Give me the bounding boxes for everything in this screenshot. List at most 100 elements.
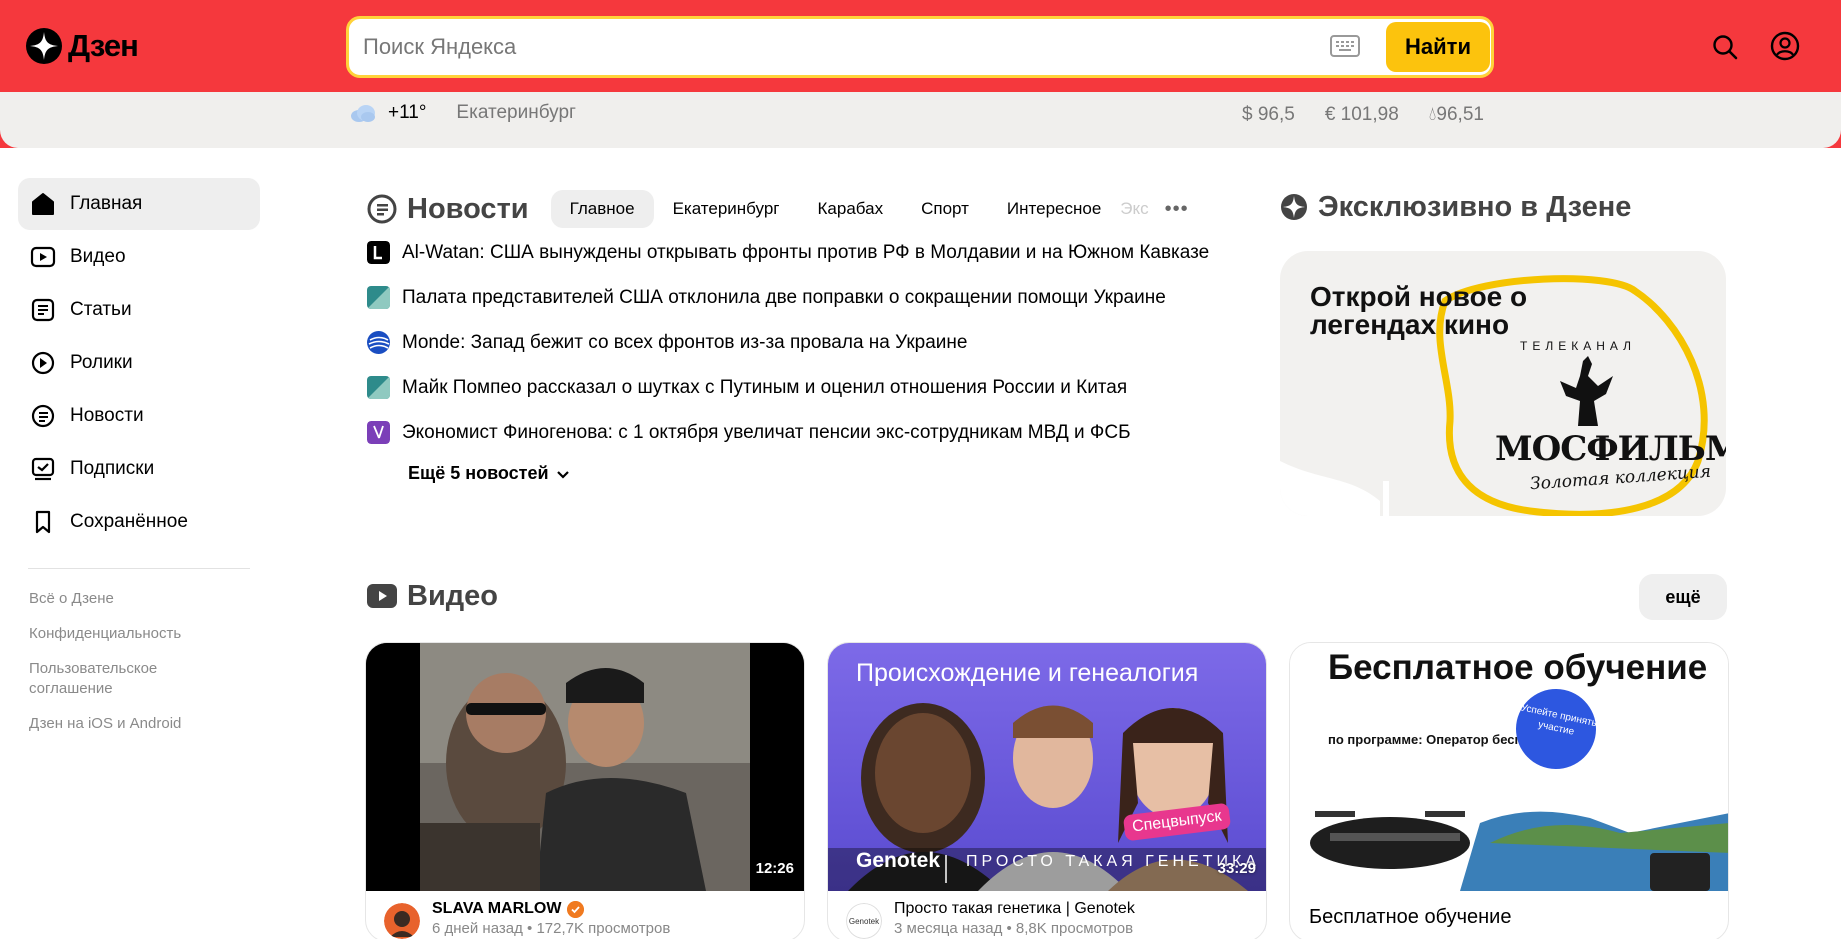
source-logo-icon <box>367 421 390 444</box>
sidebar-item-clips[interactable]: Ролики <box>18 337 260 389</box>
news-tabs: Главное Екатеринбург Карабах Спорт Интер… <box>550 190 1155 228</box>
logo[interactable]: Дзен <box>26 28 139 64</box>
tab-interesting[interactable]: Интересное <box>988 190 1120 228</box>
subscriptions-icon <box>31 457 55 481</box>
channel-name-row: Просто такая генетика | Genotek <box>894 899 1135 919</box>
footer-link-about[interactable]: Всё о Дзене <box>18 589 218 609</box>
sidebar-item-home[interactable]: Главная <box>18 178 260 230</box>
video-title: Видео <box>407 579 499 612</box>
news-item[interactable]: Майк Помпео рассказал о шутках с Путиным… <box>367 375 1237 400</box>
video-section: Видео ещё 12:26 SLAVA MARLOW 6 дней наза… <box>365 570 1729 939</box>
info-bar: +11° Екатеринбург $ 96,5 € 101,98 💧︎96,5… <box>0 92 1841 148</box>
search-input[interactable] <box>363 33 1263 61</box>
sidebar-item-subscriptions[interactable]: Подписки <box>18 443 260 495</box>
weather-widget[interactable]: +11° Екатеринбург <box>350 102 576 124</box>
tab-sport[interactable]: Спорт <box>902 190 988 228</box>
news-icon <box>31 404 55 428</box>
footer-link-apps[interactable]: Дзен на iOS и Android <box>18 714 218 734</box>
sidebar-item-label: Подписки <box>70 458 155 479</box>
news-headline: Al-Watan: США вынуждены открывать фронты… <box>402 242 1210 263</box>
video-card[interactable]: 12:26 SLAVA MARLOW 6 дней назад • 172,7K… <box>365 642 805 939</box>
oil-rate-value: 96,51 <box>1436 104 1484 125</box>
currency-rates[interactable]: $ 96,5 € 101,98 💧︎96,51 <box>1242 104 1484 126</box>
video-cards: 12:26 SLAVA MARLOW 6 дней назад • 172,7K… <box>365 642 1729 939</box>
video-meta: SLAVA MARLOW 6 дней назад • 172,7K просм… <box>384 899 670 939</box>
sidebar-item-label: Ролики <box>70 352 133 373</box>
news-item[interactable]: Al-Watan: США вынуждены открывать фронты… <box>367 240 1237 265</box>
search-box: Найти <box>346 16 1494 78</box>
more-news-button[interactable]: Ещё 5 новостей <box>408 463 1237 484</box>
tab-main[interactable]: Главное <box>550 190 654 228</box>
sidebar-item-news[interactable]: Новости <box>18 390 260 442</box>
video-card[interactable]: Происхождение и генеалогия Спецвыпуск Ge… <box>827 642 1267 939</box>
sidebar-item-saved[interactable]: Сохранённое <box>18 496 260 548</box>
video-meta: Genotek Просто такая генетика | Genotek … <box>846 899 1135 939</box>
home-icon <box>32 193 54 215</box>
svg-text:Genotek: Genotek <box>849 917 880 926</box>
user-profile-icon[interactable] <box>1770 31 1800 61</box>
video-header: Видео <box>367 570 1727 622</box>
clips-icon <box>31 351 55 375</box>
exclusive-header: Эксклюзивно в Дзене <box>1280 188 1726 226</box>
promo-banner[interactable]: Открой новое о легендах кино ТЕЛЕКАНАЛ М… <box>1280 251 1726 516</box>
news-header: Новости Главное Екатеринбург Карабах Спо… <box>367 188 1237 230</box>
article-icon <box>31 298 55 322</box>
sidebar-item-video[interactable]: Видео <box>18 231 260 283</box>
keyboard-icon[interactable] <box>1330 34 1360 58</box>
news-headline: Майк Помпео рассказал о шутках с Путиным… <box>402 377 1128 398</box>
exclusive-title: Эксклюзивно в Дзене <box>1318 190 1632 223</box>
channel-name[interactable]: SLAVA MARLOW <box>432 899 561 919</box>
video-stats: 3 месяца назад • 8,8K просмотров <box>894 920 1134 937</box>
source-logo-icon <box>367 286 390 309</box>
cloud-icon <box>351 105 375 122</box>
footer-link-privacy[interactable]: Конфиденциальность <box>18 624 218 644</box>
news-item[interactable]: Monde: Запад бежит со всех фронтов из-за… <box>367 330 1237 355</box>
channel-avatar[interactable] <box>384 903 420 939</box>
page: Дзен Найти <box>0 0 1841 939</box>
usd-rate: $ 96,5 <box>1242 104 1295 125</box>
city-name: Екатеринбург <box>456 102 576 123</box>
sidebar-item-label: Сохранённое <box>70 511 188 532</box>
ad-headline: Бесплатное обучение <box>1328 648 1708 687</box>
channel-name[interactable]: Просто такая генетика | Genotek <box>894 899 1135 919</box>
temperature: +11° <box>388 102 427 123</box>
thumbnail-title: Происхождение и генеалогия <box>856 659 1199 687</box>
verified-icon <box>567 900 585 918</box>
footer-link-terms[interactable]: Пользовательское соглашение <box>18 659 218 699</box>
thumbnail-image <box>366 643 804 891</box>
video-duration: 33:29 <box>1217 860 1256 877</box>
tab-truncated[interactable]: Экс <box>1120 190 1154 228</box>
sidebar: Главная Видео Статьи Ролики Новости Подп… <box>18 178 260 749</box>
top-bar: Дзен Найти <box>0 0 1841 92</box>
sidebar-item-articles[interactable]: Статьи <box>18 284 260 336</box>
news-headline: Экономист Финогенова: с 1 октября увелич… <box>402 422 1131 443</box>
sidebar-divider <box>28 568 250 569</box>
source-logo-icon <box>367 376 390 399</box>
sidebar-item-label: Видео <box>70 246 126 267</box>
ad-card[interactable]: Бесплатное обучение по программе: Операт… <box>1289 642 1729 939</box>
mosfilm-statue-icon <box>1560 356 1613 426</box>
news-item[interactable]: Экономист Финогенова: с 1 октября увелич… <box>367 420 1237 445</box>
video-more-button[interactable]: ещё <box>1639 574 1727 620</box>
news-list: Al-Watan: США вынуждены открывать фронты… <box>367 240 1237 484</box>
tab-karabakh[interactable]: Карабах <box>799 190 903 228</box>
news-title: Новости <box>407 192 529 225</box>
bookmark-icon <box>35 510 51 534</box>
find-button[interactable]: Найти <box>1386 22 1490 72</box>
video-duration: 12:26 <box>755 860 794 877</box>
promo-headline: Открой новое о легендах кино <box>1310 281 1528 340</box>
promo-tv-label: ТЕЛЕКАНАЛ <box>1520 339 1637 353</box>
news-item[interactable]: Палата представителей США отклонила две … <box>367 285 1237 310</box>
thumbnail-brand-tagline: ПРОСТО ТАКАЯ ГЕНЕТИКА <box>966 853 1260 870</box>
more-tabs-icon[interactable]: ••• <box>1165 198 1189 221</box>
dzen-logo-icon <box>26 28 62 64</box>
logo-text: Дзен <box>68 28 139 63</box>
dzen-star-icon <box>1281 194 1307 220</box>
channel-avatar[interactable]: Genotek <box>846 903 882 939</box>
thumbnail-brand: Genotek <box>856 849 941 872</box>
eur-rate: € 101,98 <box>1324 104 1399 125</box>
search-icon[interactable] <box>1711 33 1739 61</box>
video-thumbnail: 12:26 <box>366 643 804 891</box>
tab-ekaterinburg[interactable]: Екатеринбург <box>654 190 799 228</box>
chevron-down-icon <box>556 470 569 479</box>
